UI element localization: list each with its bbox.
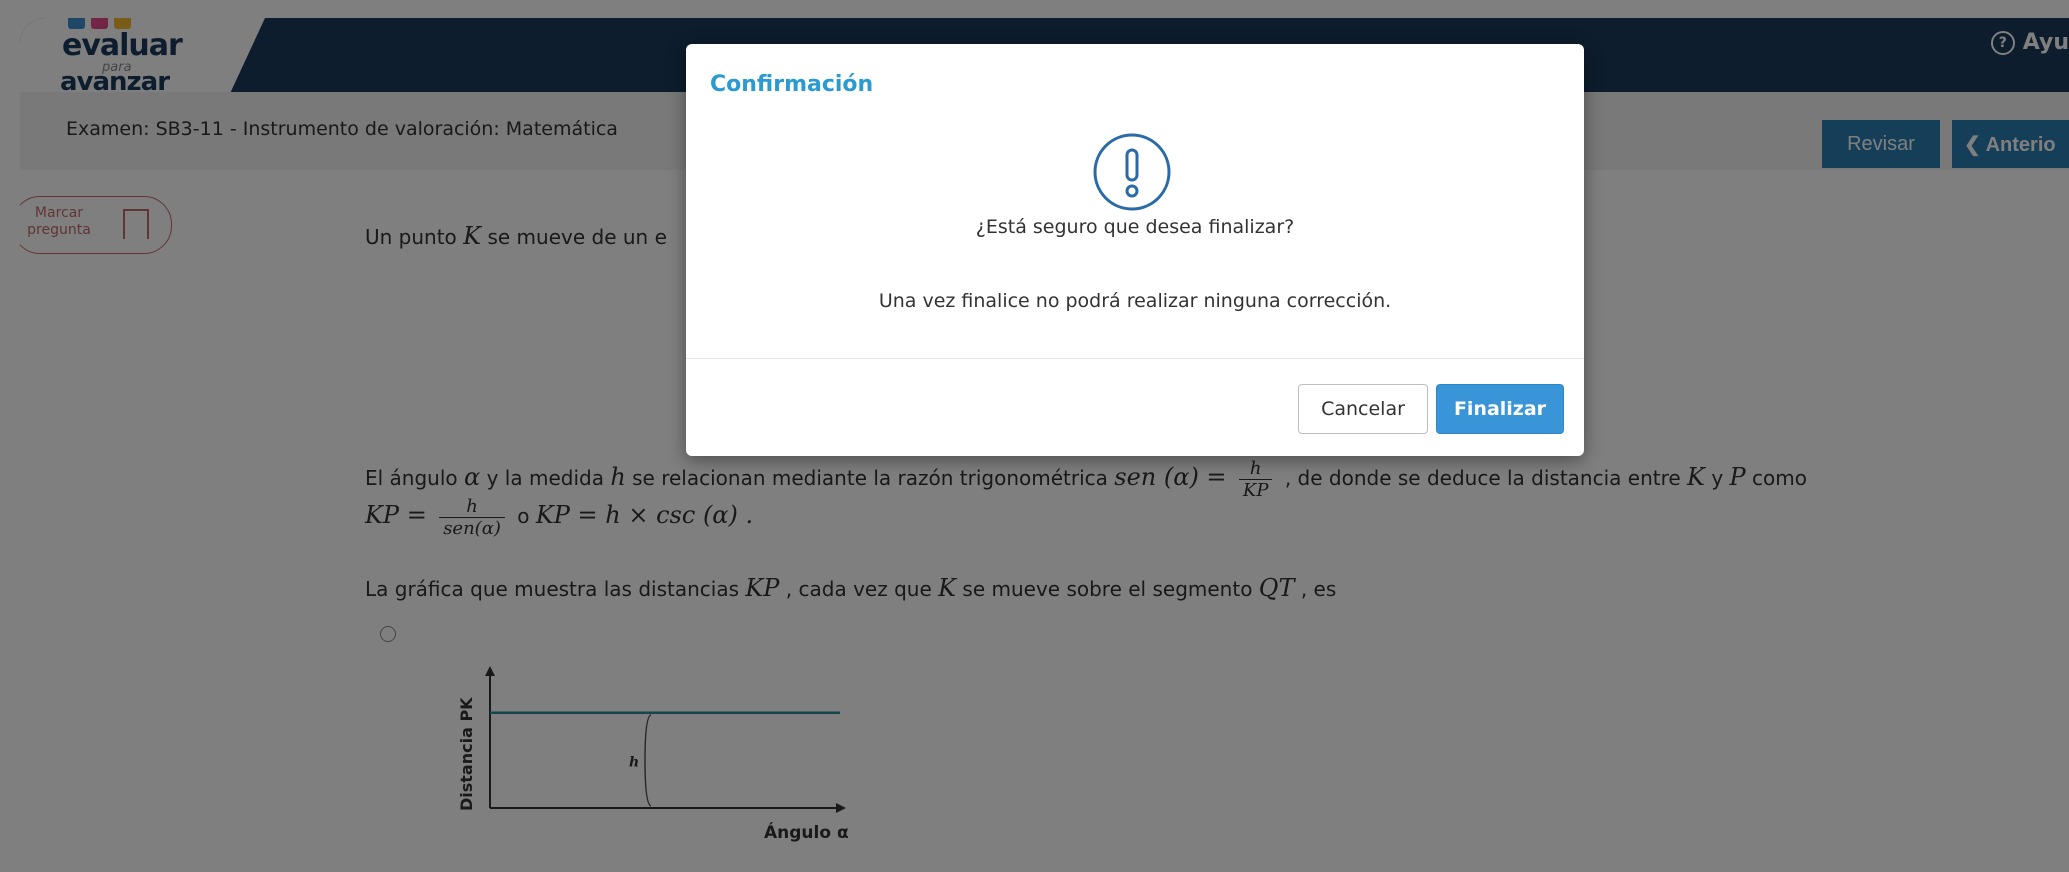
dialog-divider [686, 358, 1584, 359]
dialog-title: Confirmación [710, 72, 874, 97]
dialog-question: ¿Está seguro que desea finalizar? [975, 216, 1295, 238]
finalize-button[interactable]: Finalizar [1436, 384, 1564, 434]
cancel-button[interactable]: Cancelar [1298, 384, 1428, 434]
exclamation-circle-icon [1093, 133, 1171, 211]
dialog-note: Una vez finalice no podrá realizar ningu… [878, 290, 1392, 312]
confirmation-dialog: Confirmación ¿Está seguro que desea fina… [686, 44, 1584, 456]
